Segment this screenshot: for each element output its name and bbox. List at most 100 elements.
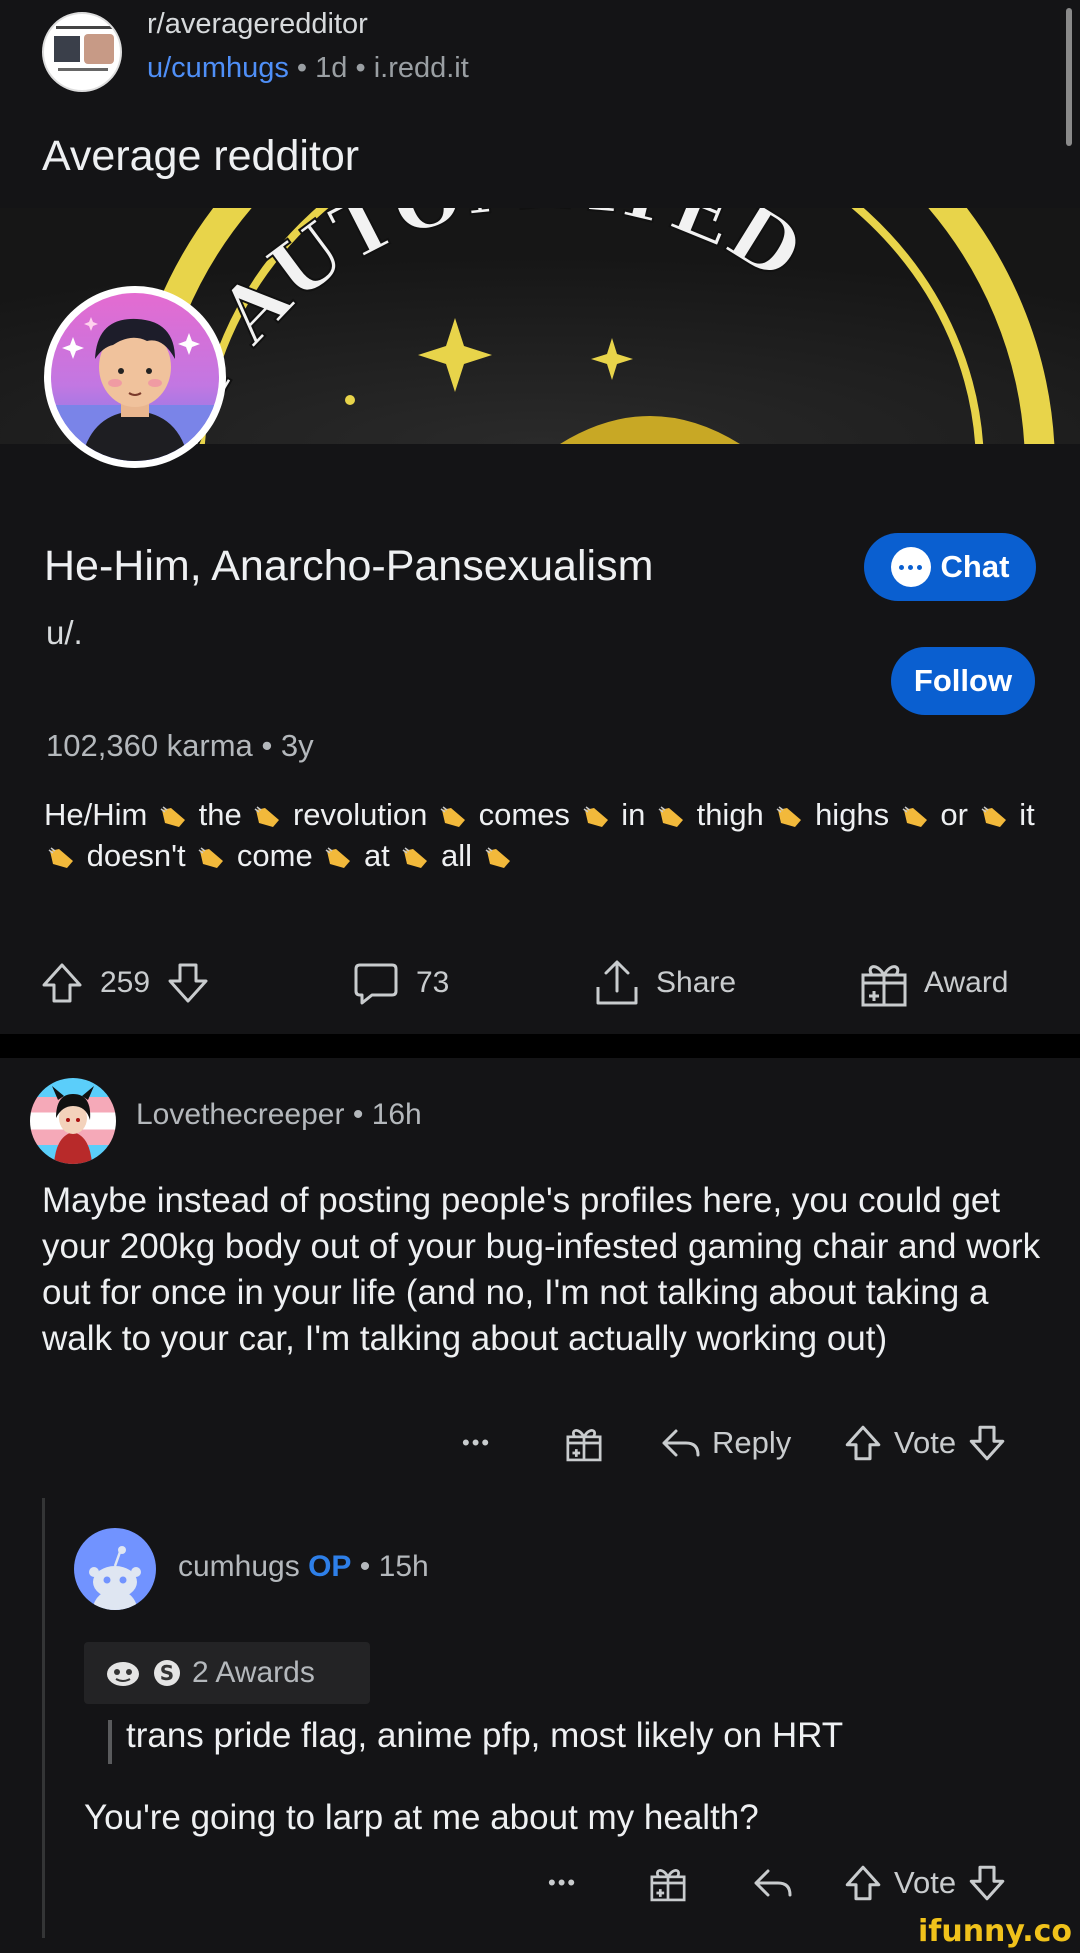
awards-count: 2 Awards [192,1656,315,1689]
post-header: r/averageredditor u/cumhugs • 1d • i.red… [0,0,1080,208]
reply-author[interactable]: cumhugs [178,1550,300,1583]
comment-action-bar: ••• Reply Vote [0,1418,1080,1468]
downvote-icon[interactable] [966,1422,1008,1464]
karma-count: 102,360 karma [46,728,253,763]
reply-body: You're going to larp at me about my heal… [84,1798,759,1837]
chat-label: Chat [940,549,1010,584]
reply-meta: cumhugs OP • 15h [178,1550,429,1584]
more-options-button[interactable]: ••• [548,1858,577,1908]
award-coin-icon: S [154,1660,180,1686]
comment-section: Lovethecreeper • 16h Maybe instead of po… [0,1058,1080,1953]
svg-text:S: S [160,1661,174,1685]
clap-emoji-icon [402,847,428,868]
bio-word: or [940,797,968,832]
reply-age: 15h [378,1550,429,1583]
section-divider [0,1034,1080,1058]
downvote-icon[interactable] [966,1862,1008,1904]
post-title[interactable]: Average redditor [42,132,359,181]
meta-separator: • [355,52,366,84]
reply-button[interactable]: Reply [660,1418,791,1468]
bio-line-2: doesn't come at all [44,835,1044,876]
comments-button[interactable]: 73 [350,948,449,1018]
op-badge: OP [308,1550,352,1583]
bio-word: thigh [696,797,764,832]
post-age: 1d [315,52,348,84]
comment-body: Maybe instead of posting people's profil… [42,1181,1041,1358]
scrollbar[interactable] [1066,8,1072,146]
award-gift-icon [861,965,907,1007]
awards-badge[interactable]: S 2 Awards [84,1642,370,1704]
clap-emoji-icon [440,806,465,827]
commenter-avatar[interactable] [30,1078,116,1164]
share-icon [596,960,638,1005]
comment-count: 73 [416,966,450,999]
award-emoji-icon [107,1662,139,1686]
comment-award-button[interactable] [564,1418,604,1468]
reply-arrow-icon [662,1429,700,1457]
profile-card: He-Him, Anarcho-Pansexualism u/. Chat Fo… [0,444,1080,1034]
downvote-icon[interactable] [164,959,212,1007]
vote-label: Vote [894,1865,957,1900]
upvote-icon[interactable] [842,1862,884,1904]
vote-label: Vote [894,1425,957,1460]
bio-word: come [236,838,313,873]
subreddit-link[interactable]: r/averageredditor [147,8,368,41]
comment-bubble-icon [354,963,398,1005]
share-button[interactable]: Share [592,948,736,1018]
follow-button[interactable]: Follow [891,647,1035,715]
profile-display-name: He-Him, Anarcho-Pansexualism [44,542,654,590]
reply-award-button[interactable] [648,1858,688,1908]
quote-bar [108,1720,112,1764]
comment-meta: Lovethecreeper • 16h [136,1098,422,1132]
post-meta: u/cumhugs • 1d • i.redd.it [147,52,469,85]
upvote-icon[interactable] [38,959,86,1007]
anime-avatar-art [52,1086,94,1164]
post-action-bar: 259 73 Share Award [0,948,1080,1018]
award-gift-icon [566,1429,602,1462]
comment-author[interactable]: Lovethecreeper [136,1098,344,1131]
account-age: 3y [280,728,314,763]
comment-vote-group: Vote [842,1418,1008,1468]
chat-bubble-icon [890,547,931,587]
more-options-button[interactable]: ••• [462,1418,491,1468]
chat-button[interactable]: Chat [864,533,1036,601]
clap-emoji-icon [902,806,927,827]
clap-emoji-icon [160,806,185,827]
bio-word: the [198,797,242,832]
reply-author-avatar[interactable] [74,1528,156,1610]
vote-group: 259 [38,948,212,1018]
meta-separator: • [296,52,308,84]
post-domain[interactable]: i.redd.it [374,52,469,84]
meta-separator: • [359,1550,371,1583]
bio-word: all [441,838,473,873]
reply-label: Reply [712,1425,792,1460]
award-label: Award [924,966,1009,999]
clap-emoji-icon [48,847,73,868]
upvote-icon[interactable] [842,1422,884,1464]
anime-avatar-art [51,317,219,461]
reply-to-reply-button[interactable] [752,1858,794,1908]
clap-emoji-icon [658,806,683,827]
bio-word: revolution [292,797,428,832]
profile-avatar[interactable] [44,286,226,468]
profile-username: u/. [46,614,83,651]
clap-emoji-icon [981,806,1006,827]
meta-separator: • [261,728,273,763]
bio-line-1: He/Him the revolution comes in thigh hig… [44,794,1044,835]
clap-emoji-icon [583,806,608,827]
profile-bio: He/Him the revolution comes in thigh hig… [44,794,1044,876]
clap-emoji-icon [198,847,224,868]
award-button[interactable]: Award [858,948,1009,1018]
clap-emoji-icon [776,806,802,827]
profile-karma-line: 102,360 karma • 3y [46,728,314,764]
comment-age: 16h [371,1098,422,1131]
bio-word: comes [478,797,570,832]
bio-word: in [621,797,646,832]
post-author-link[interactable]: u/cumhugs [147,52,289,84]
reply-action-bar: ••• Vote [0,1858,1080,1908]
snoo-avatar-icon [89,1546,141,1610]
bio-word: doesn't [86,838,186,873]
subreddit-avatar[interactable] [42,12,122,92]
award-gift-icon [650,1869,686,1902]
share-label: Share [656,966,737,999]
